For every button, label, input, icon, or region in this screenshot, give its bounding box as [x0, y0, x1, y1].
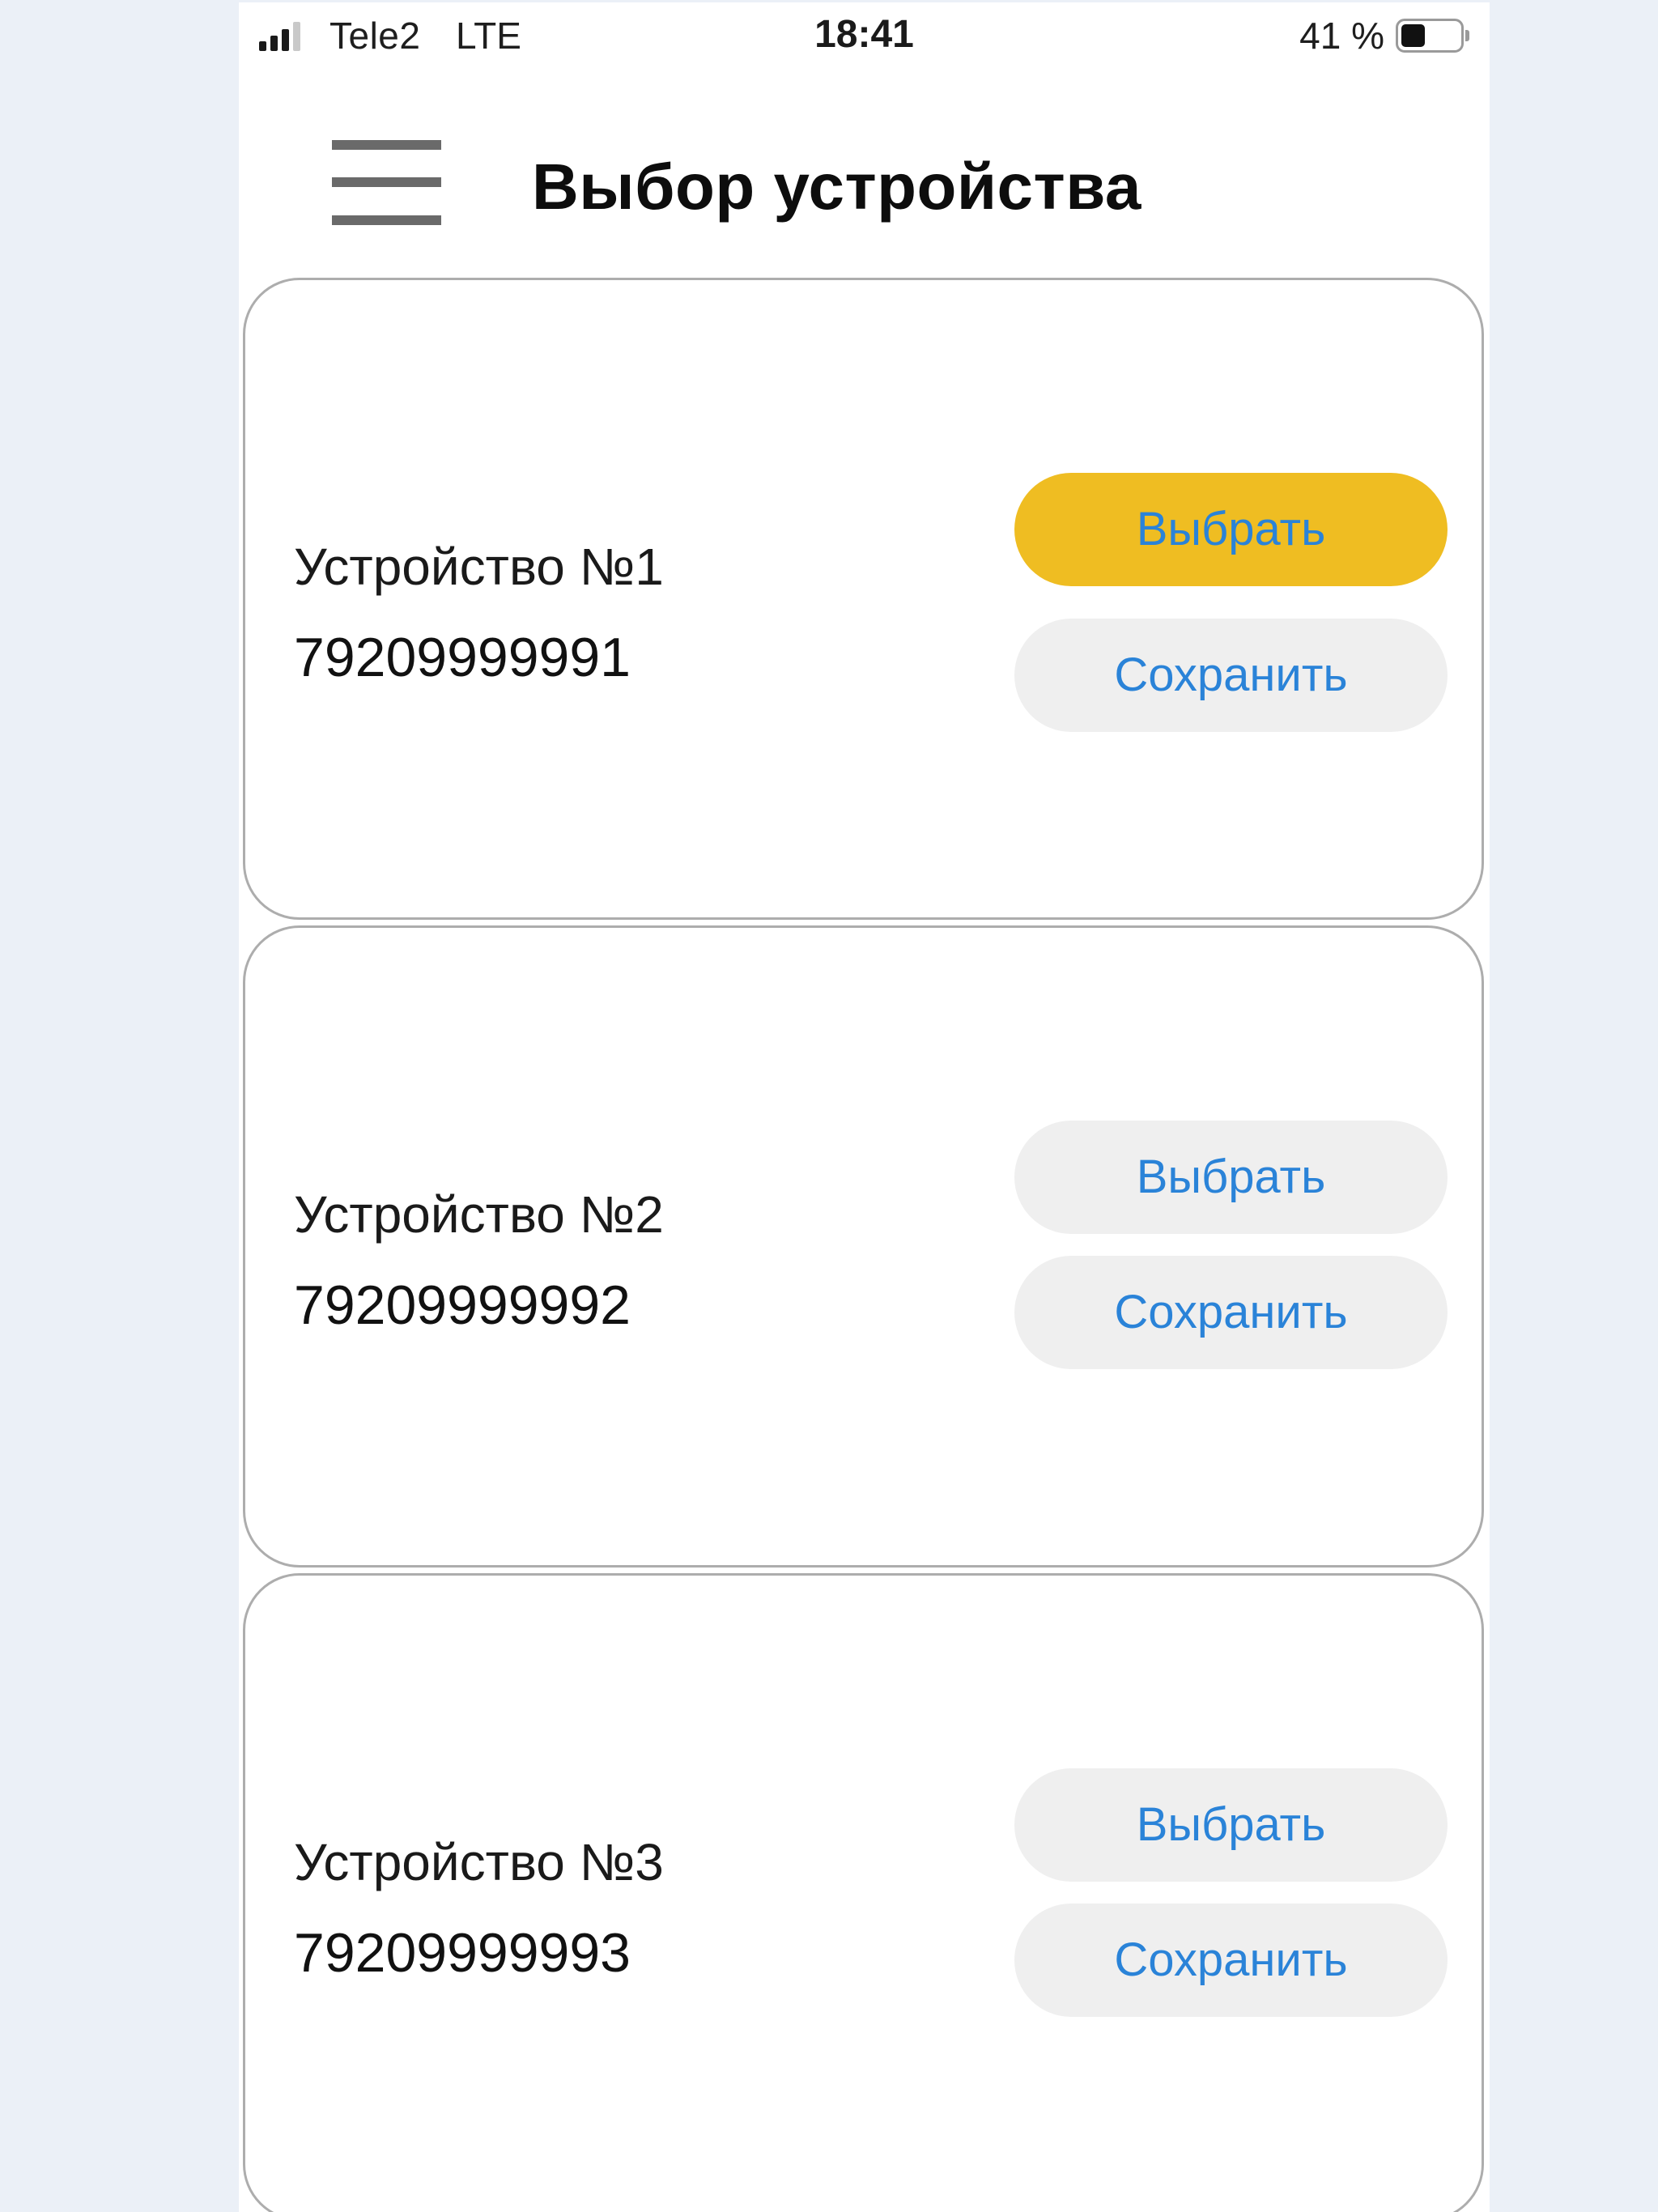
- device-name: Устройство №1: [294, 538, 664, 596]
- device-name: Устройство №3: [294, 1833, 664, 1891]
- page-title: Выбор устройства: [532, 151, 1141, 223]
- header: Выбор устройства: [239, 108, 1490, 237]
- device-number: 79209999991: [294, 627, 631, 688]
- status-bar: Tele2 LTE 18:41 41 %: [239, 2, 1490, 71]
- battery-percent: 41 %: [1299, 15, 1384, 57]
- app-screen: Tele2 LTE 18:41 41 % Выбор устройства Ус…: [239, 2, 1490, 2212]
- device-number: 79209999992: [294, 1274, 631, 1336]
- device-card-1: Устройство №1 79209999991 Выбрать Сохран…: [243, 278, 1484, 920]
- save-button[interactable]: Сохранить: [1014, 1256, 1448, 1369]
- select-button[interactable]: Выбрать: [1014, 473, 1448, 586]
- save-button[interactable]: Сохранить: [1014, 619, 1448, 732]
- device-card-3: Устройство №3 79209999993 Выбрать Сохран…: [243, 1573, 1484, 2212]
- device-name: Устройство №2: [294, 1185, 664, 1244]
- hamburger-menu-icon[interactable]: [332, 140, 441, 225]
- device-card-2: Устройство №2 79209999992 Выбрать Сохран…: [243, 925, 1484, 1568]
- device-number: 79209999993: [294, 1922, 631, 1984]
- save-button[interactable]: Сохранить: [1014, 1904, 1448, 2017]
- battery-icon: [1396, 19, 1469, 53]
- select-button[interactable]: Выбрать: [1014, 1768, 1448, 1882]
- battery-fill: [1401, 24, 1425, 47]
- select-button[interactable]: Выбрать: [1014, 1121, 1448, 1234]
